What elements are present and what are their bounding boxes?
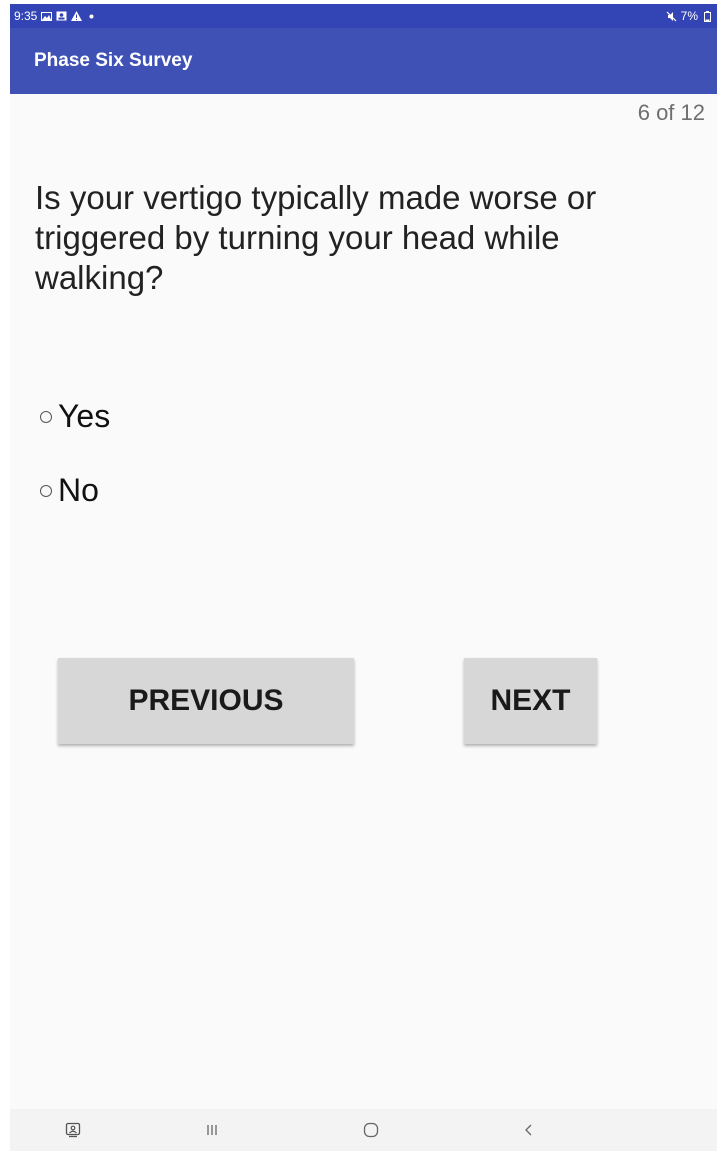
option-no[interactable]: No xyxy=(40,472,99,509)
progress-indicator: 6 of 12 xyxy=(637,100,705,125)
status-bar: 9:35 7% xyxy=(10,4,717,28)
mute-icon xyxy=(666,11,677,22)
radio-button-no[interactable] xyxy=(40,484,52,497)
app-title: Phase Six Survey xyxy=(34,50,193,71)
option-no-label: No xyxy=(58,472,99,508)
battery-icon xyxy=(702,10,713,22)
assistant-icon[interactable] xyxy=(58,1115,88,1145)
recent-apps-icon[interactable] xyxy=(197,1115,227,1145)
contact-card-icon xyxy=(56,11,67,22)
app-bar: Phase Six Survey xyxy=(10,28,717,94)
warning-icon xyxy=(71,11,83,22)
home-icon[interactable] xyxy=(356,1115,386,1145)
status-left: 9:35 xyxy=(14,9,97,23)
radio-button-yes[interactable] xyxy=(40,410,52,423)
image-icon xyxy=(41,11,53,22)
option-yes[interactable]: Yes xyxy=(40,398,110,435)
survey-content: 6 of 12 Is your vertigo typically made w… xyxy=(10,94,717,1109)
previous-button[interactable]: PREVIOUS xyxy=(58,658,354,744)
status-right: 7% xyxy=(666,9,713,23)
back-icon[interactable] xyxy=(514,1115,544,1145)
option-yes-label: Yes xyxy=(58,398,111,434)
status-time: 9:35 xyxy=(14,9,38,23)
screen: 9:35 7% Phase Six Survey 6 of 12 Is your… xyxy=(0,0,717,1151)
battery-percent: 7% xyxy=(680,9,698,23)
next-button[interactable]: NEXT xyxy=(464,658,597,744)
dot-icon xyxy=(86,11,97,22)
question-text: Is your vertigo typically made worse or … xyxy=(35,179,597,296)
navigation-bar xyxy=(10,1109,717,1151)
